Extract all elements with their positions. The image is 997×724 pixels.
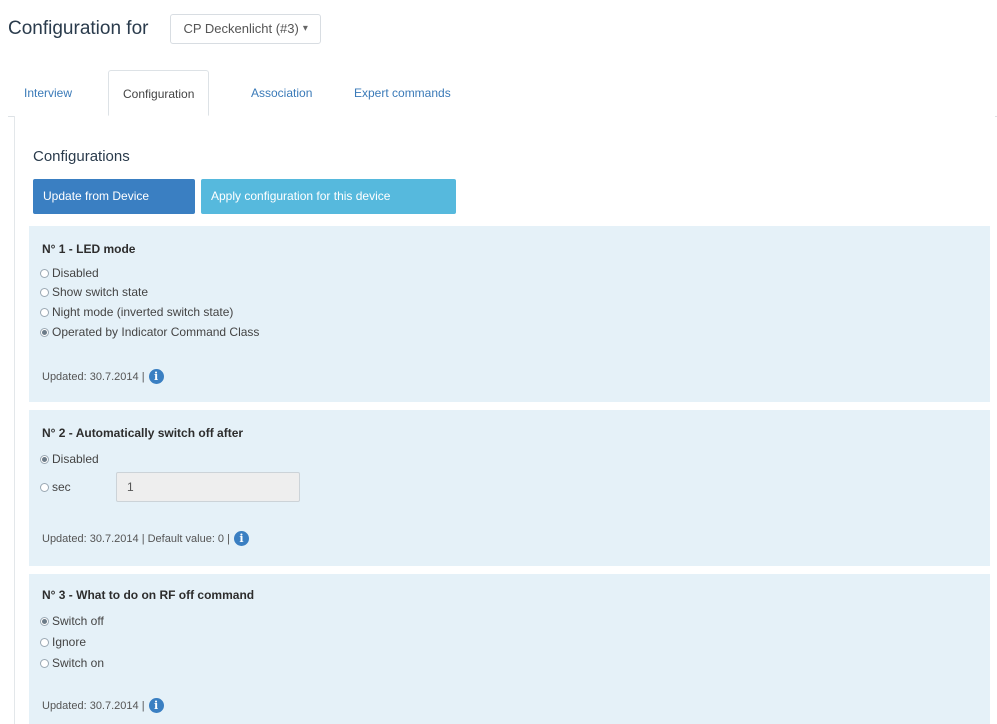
option-label: sec <box>52 480 71 494</box>
param-2-auto-switch-off: N° 2 - Automatically switch off after Di… <box>29 410 990 566</box>
radio-button[interactable] <box>40 287 49 297</box>
updated-info: Updated: 30.7.2014 | i <box>42 369 164 384</box>
option-label: Disabled <box>52 266 99 280</box>
radio-button[interactable] <box>40 658 49 668</box>
configuration-panel: Configurations Update from Device Apply … <box>14 116 995 724</box>
param-title: N° 3 - What to do on RF off command <box>42 588 255 602</box>
option-label: Night mode (inverted switch state) <box>52 305 234 319</box>
param-1-led-mode: N° 1 - LED mode Disabled Show switch sta… <box>29 226 990 402</box>
radio-button-checked[interactable] <box>40 454 49 464</box>
caret-down-icon: ▾ <box>302 23 308 34</box>
info-icon[interactable]: i <box>233 531 249 546</box>
param-option[interactable]: Switch off <box>40 614 104 628</box>
radio-button[interactable] <box>40 482 49 492</box>
info-icon[interactable]: i <box>148 698 164 713</box>
update-from-device-button[interactable]: Update from Device <box>33 179 195 214</box>
tab-expert-commands[interactable]: Expert commands <box>354 70 451 116</box>
radio-button[interactable] <box>40 268 49 278</box>
radio-button[interactable] <box>40 307 49 317</box>
updated-text: Updated: 30.7.2014 | Default value: 0 | <box>42 532 230 545</box>
param-option[interactable]: Night mode (inverted switch state) <box>40 305 233 319</box>
option-label: Disabled <box>52 452 99 466</box>
device-select-value: CP Deckenlicht (#3) <box>183 21 299 36</box>
option-label: Ignore <box>52 635 87 649</box>
param-option[interactable]: Ignore <box>40 635 86 649</box>
page-header: Configuration for CP Deckenlicht (#3) ▾ <box>8 14 321 44</box>
param-option[interactable]: sec 1 <box>40 472 340 502</box>
sec-input[interactable]: 1 <box>116 472 300 502</box>
option-label: Operated by Indicator Command Class <box>52 325 260 339</box>
updated-text: Updated: 30.7.2014 | <box>42 370 145 383</box>
param-option[interactable]: Operated by Indicator Command Class <box>40 325 259 339</box>
section-title: Configurations <box>33 148 130 165</box>
param-option[interactable]: Disabled <box>40 266 99 280</box>
param-option[interactable]: Show switch state <box>40 285 148 299</box>
tab-interview[interactable]: Interview <box>24 70 72 116</box>
tab-configuration[interactable]: Configuration <box>108 70 210 116</box>
apply-configuration-button[interactable]: Apply configuration for this device <box>201 179 456 214</box>
option-label: Show switch state <box>52 285 149 299</box>
radio-button-checked[interactable] <box>40 327 49 337</box>
updated-info: Updated: 30.7.2014 | Default value: 0 | … <box>42 531 249 546</box>
page-title: Configuration for <box>8 18 149 39</box>
tab-association[interactable]: Association <box>251 70 312 116</box>
param-title: N° 2 - Automatically switch off after <box>42 426 244 440</box>
radio-button-checked[interactable] <box>40 616 49 626</box>
option-label: Switch off <box>52 614 104 628</box>
info-icon[interactable]: i <box>148 369 164 384</box>
tab-bar: Interview Configuration Association Expe… <box>8 70 997 117</box>
param-3-rf-off-command: N° 3 - What to do on RF off command Swit… <box>29 574 990 724</box>
device-select[interactable]: CP Deckenlicht (#3) ▾ <box>170 14 321 44</box>
radio-button[interactable] <box>40 637 49 647</box>
param-option[interactable]: Switch on <box>40 656 104 670</box>
param-option[interactable]: Disabled <box>40 452 99 466</box>
param-title: N° 1 - LED mode <box>42 242 136 256</box>
updated-info: Updated: 30.7.2014 | i <box>42 698 164 713</box>
updated-text: Updated: 30.7.2014 | <box>42 699 145 712</box>
option-label: Switch on <box>52 656 105 670</box>
